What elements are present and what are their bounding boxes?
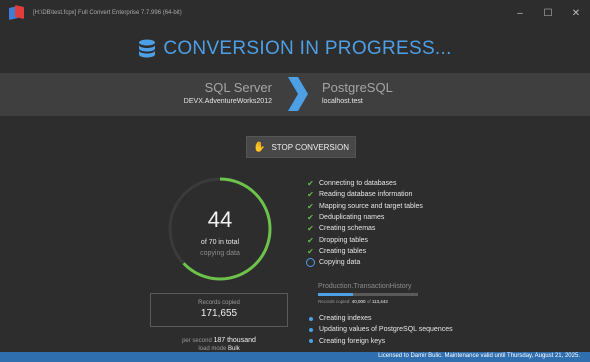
spinner-icon bbox=[305, 258, 316, 268]
status-bar: Licensed to Damir Bulic. Maintenance val… bbox=[0, 352, 590, 362]
app-logo-icon bbox=[9, 5, 25, 21]
source-connection: DEVX.AdventureWorks2012 bbox=[183, 98, 272, 105]
progress-status: copying data bbox=[200, 250, 240, 257]
records-copied-value: 171,655 bbox=[200, 308, 238, 319]
checkmark-icon: ✔ bbox=[307, 235, 314, 245]
table-progress-bar bbox=[318, 293, 418, 296]
close-button[interactable]: ✕ bbox=[562, 0, 590, 26]
target-connection: localhost.test bbox=[322, 98, 363, 105]
step-item: ✔ Creating schemas bbox=[305, 223, 485, 234]
checkmark-icon: ✔ bbox=[307, 190, 314, 200]
step-item: ✔ Deduplicating names bbox=[305, 212, 485, 223]
license-text: Licensed to Damir Bulic. Maintenance val… bbox=[378, 353, 580, 359]
step-item: ✔ Dropping tables bbox=[305, 234, 485, 245]
stop-conversion-label: STOP CONVERSION bbox=[271, 142, 349, 152]
step-label: Dropping tables bbox=[319, 236, 369, 244]
step-item-pending: Updating values of PostgreSQL sequences bbox=[305, 324, 485, 335]
page-title: CONVERSION IN PROGRESS... bbox=[163, 38, 452, 59]
step-label: Updating values of PostgreSQL sequences bbox=[319, 326, 453, 334]
step-label: Creating tables bbox=[319, 247, 367, 255]
step-item: ✔ Reading database information bbox=[305, 189, 485, 200]
target-database: PostgreSQL localhost.test bbox=[322, 80, 393, 107]
window-controls: – ☐ ✕ bbox=[506, 0, 590, 26]
step-label: Creating foreign keys bbox=[319, 337, 386, 345]
step-label: Reading database information bbox=[319, 191, 413, 199]
step-item-pending: Creating indexes bbox=[305, 313, 485, 324]
step-label: Connecting to databases bbox=[319, 180, 397, 188]
step-list: ✔ Connecting to databases ✔ Reading databa… bbox=[305, 178, 485, 268]
rows-copied-done: 40,000 bbox=[351, 299, 366, 304]
target-db-type: PostgreSQL bbox=[322, 80, 393, 95]
chevron-right-icon bbox=[288, 77, 308, 111]
records-copied-label: Records copied bbox=[198, 300, 240, 306]
rows-copied-of: of bbox=[366, 299, 371, 304]
step-item-pending: Creating foreign keys bbox=[305, 336, 485, 347]
step-label: Mapping source and target tables bbox=[319, 202, 423, 210]
step-label: Creating indexes bbox=[319, 315, 372, 323]
window-title: [H:\DB\test.fcpx] Full Convert Enterpris… bbox=[33, 10, 182, 16]
speed-readout: per second 187 thousand bbox=[150, 337, 288, 344]
step-label: Deduplicating names bbox=[319, 214, 385, 222]
maximize-button[interactable]: ☐ bbox=[534, 0, 562, 26]
step-item: ✔ Creating tables bbox=[305, 246, 485, 257]
current-table-name: Production.TransactionHistory bbox=[318, 283, 412, 290]
pending-step-list: Creating indexes Updating values of Post… bbox=[305, 313, 485, 347]
bullet-icon bbox=[305, 316, 316, 321]
records-copied-box: Records copied 171,655 bbox=[150, 293, 288, 327]
table-progress: Production.TransactionHistory Records co… bbox=[318, 283, 458, 304]
step-item: ✔ Mapping source and target tables bbox=[305, 201, 485, 212]
rows-copied-prefix: Records copied: bbox=[318, 299, 351, 304]
source-db-type: SQL Server bbox=[204, 80, 272, 95]
checkmark-icon: ✔ bbox=[307, 201, 314, 211]
speed-value: 187 thousand bbox=[213, 337, 256, 344]
progress-total: of 70 in total bbox=[200, 239, 240, 246]
checkmark-icon: ✔ bbox=[307, 213, 314, 223]
bullet-icon bbox=[305, 339, 316, 344]
page-heading: CONVERSION IN PROGRESS... bbox=[0, 38, 590, 60]
rows-copied-text: Records copied: 40,000 of 113,443 bbox=[318, 299, 458, 304]
stop-conversion-button[interactable]: ✋ STOP CONVERSION bbox=[246, 136, 356, 158]
source-database: SQL Server DEVX.AdventureWorks2012 bbox=[184, 80, 272, 107]
checkmark-icon: ✔ bbox=[307, 179, 314, 189]
title-bar: [H:\DB\test.fcpx] Full Convert Enterpris… bbox=[0, 0, 590, 26]
step-label: Creating schemas bbox=[319, 225, 376, 233]
database-icon bbox=[139, 39, 156, 58]
step-item-current: Copying data bbox=[305, 257, 485, 268]
bullet-icon bbox=[305, 327, 316, 332]
table-progress-fill bbox=[318, 293, 354, 296]
step-item: ✔ Connecting to databases bbox=[305, 178, 485, 189]
checkmark-icon: ✔ bbox=[307, 246, 314, 256]
rows-copied-total: 113,443 bbox=[371, 299, 388, 304]
checkmark-icon: ✔ bbox=[307, 224, 314, 234]
minimize-button[interactable]: – bbox=[506, 0, 534, 26]
step-label: Copying data bbox=[319, 259, 361, 267]
speed-prefix: per second bbox=[182, 338, 212, 344]
progress-count: 44 bbox=[207, 207, 233, 232]
hand-stop-icon: ✋ bbox=[253, 141, 266, 153]
